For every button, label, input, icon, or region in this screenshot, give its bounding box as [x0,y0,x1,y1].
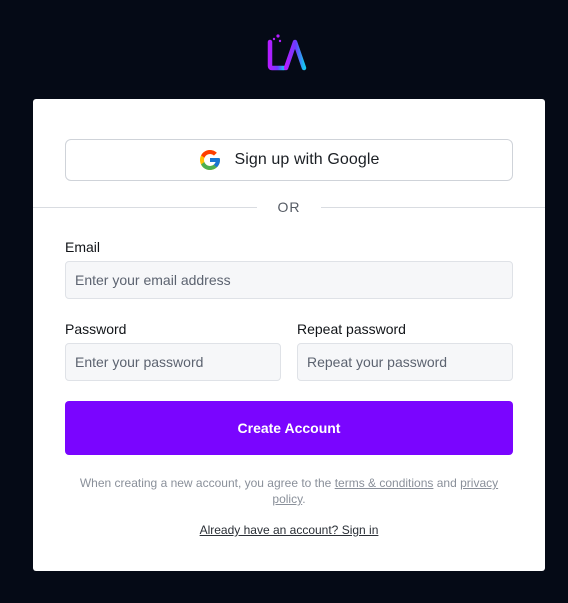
signup-card: Sign up with Google OR Email Password Re… [33,99,545,571]
signin-link[interactable]: Already have an account? Sign in [200,523,379,537]
password-label: Password [65,321,127,337]
or-divider: OR [33,198,545,218]
repeat-password-field[interactable] [297,343,513,381]
google-signup-label: Sign up with Google [234,151,380,168]
email-field[interactable] [65,261,513,299]
password-field[interactable] [65,343,281,381]
repeat-password-label: Repeat password [297,321,406,337]
terms-middle: and [433,476,461,490]
create-account-button[interactable]: Create Account [65,401,513,455]
google-g-icon [198,148,222,172]
email-label: Email [65,239,101,255]
terms-prefix: When creating a new account, you agree t… [79,476,335,490]
la-logo-icon [264,30,314,74]
terms-suffix: . [302,492,306,506]
terms-notice: When creating a new account, you agree t… [65,475,513,507]
terms-conditions-link[interactable]: terms & conditions [335,476,434,490]
signin-row: Already have an account? Sign in [33,523,545,537]
google-signup-button[interactable]: Sign up with Google [65,139,513,181]
divider-line-right [321,207,545,208]
